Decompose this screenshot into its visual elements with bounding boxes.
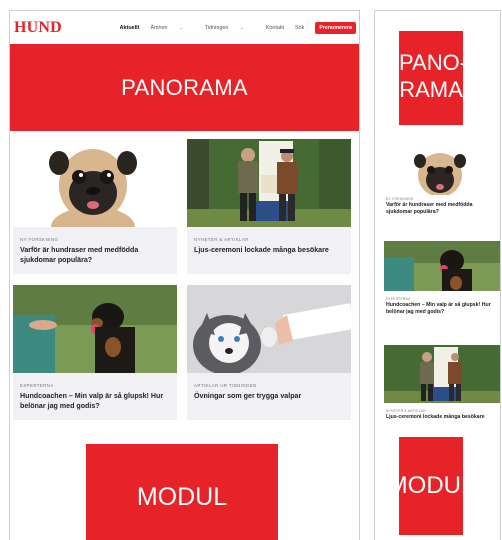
- mobile-panorama-ad-slot: PANO- RAMA: [399, 31, 468, 125]
- article-category: NYHETER & ARTIKLAR: [194, 237, 249, 242]
- card-meta: NY FORSKNING Varför är hundraser med med…: [384, 195, 500, 216]
- article-category: ARTIKLAR UR TIDNINGEN: [194, 383, 257, 388]
- article-card[interactable]: ARTIKLAR UR TIDNINGEN Övningar som ger t…: [187, 285, 351, 420]
- nav-item-amnen-label: Ämnen: [150, 24, 168, 31]
- nav-item-tidningen[interactable]: Tidningen ⌄: [205, 25, 255, 31]
- card-meta: NYHETER & ARTIKLAR Ljus-ceremoni lockade…: [384, 403, 500, 421]
- panorama-ad-slot: PANORAMA: [10, 44, 359, 131]
- card-meta: NY FORSKNING Varför är hundraser med med…: [13, 227, 177, 265]
- article-category: EXPERTERNA: [386, 297, 411, 301]
- mobile-article-card[interactable]: EXPERTERNA Hundcoachen – Min valp är så …: [384, 241, 500, 316]
- desktop-preview: HUND Aktuellt Ämnen ⌄ Tidningen ⌄ Kontakt …: [9, 10, 360, 540]
- mobile-panorama-line-1: PANO-: [399, 50, 468, 75]
- modul-ad-slot: MODUL: [86, 444, 278, 540]
- top-navigation: HUND Aktuellt Ämnen ⌄ Tidningen ⌄ Kontakt …: [10, 11, 359, 44]
- article-category: NYHETER & ARTIKLAR: [386, 409, 426, 413]
- article-title[interactable]: Ljus-ceremoni lockade många besökare: [194, 246, 344, 256]
- mobile-article-card[interactable]: NY FORSKNING Varför är hundraser med med…: [384, 145, 500, 216]
- subscribe-button[interactable]: Prenumerera: [315, 21, 356, 34]
- nav-item-aktuellt[interactable]: Aktuellt: [120, 25, 140, 31]
- article-title[interactable]: Varför är hundraser med medfödda sjukdom…: [20, 246, 170, 265]
- article-category: NY FORSKNING: [20, 237, 59, 242]
- mobile-panorama-line-2: RAMA: [399, 77, 463, 102]
- article-title[interactable]: Övningar som ger trygga valpar: [194, 392, 344, 402]
- main-menu: Aktuellt Ämnen ⌄ Tidningen ⌄ Kontakt Sök: [120, 25, 316, 31]
- pug-photo: [13, 139, 177, 227]
- nav-item-tidningen-label: Tidningen: [204, 24, 229, 31]
- nav-item-sok[interactable]: Sök: [295, 25, 304, 31]
- card-meta: ARTIKLAR UR TIDNINGEN Övningar som ger t…: [187, 373, 351, 402]
- article-card[interactable]: NYHETER & ARTIKLAR Ljus-ceremoni lockade…: [187, 139, 351, 274]
- article-title[interactable]: Ljus-ceremoni lockade många besökare: [386, 414, 498, 421]
- site-logo[interactable]: HUND: [14, 19, 106, 37]
- nav-item-amnen[interactable]: Ämnen ⌄: [150, 25, 193, 31]
- pug-photo: [384, 145, 500, 195]
- mobile-modul-ad-slot: MODUL: [388, 437, 474, 535]
- mobile-preview: PANO- RAMA NY FORSKNING Varför är hundra…: [374, 10, 501, 540]
- husky-high-five-photo: [187, 285, 351, 373]
- mobile-article-card[interactable]: NYHETER & ARTIKLAR Ljus-ceremoni lockade…: [384, 345, 500, 421]
- article-grid: NY FORSKNING Varför är hundraser med med…: [10, 131, 359, 451]
- rottweiler-photo: [13, 285, 177, 373]
- article-title[interactable]: Hundcoachen – Min valp är så glupsk! Hur…: [386, 302, 498, 315]
- article-title[interactable]: Varför är hundraser med medfödda sjukdom…: [386, 202, 498, 215]
- article-category: NY FORSKNING: [386, 197, 414, 201]
- chevron-down-icon: ⌄: [240, 24, 244, 30]
- two-men-forest-photo: [384, 345, 500, 403]
- article-card[interactable]: EXPERTERNA Hundcoachen – Min valp är så …: [13, 285, 177, 420]
- article-card[interactable]: NY FORSKNING Varför är hundraser med med…: [13, 139, 177, 274]
- card-meta: NYHETER & ARTIKLAR Ljus-ceremoni lockade…: [187, 227, 351, 256]
- chevron-down-icon: ⌄: [179, 24, 183, 30]
- article-category: EXPERTERNA: [20, 383, 54, 388]
- nav-item-kontakt[interactable]: Kontakt: [266, 25, 284, 31]
- two-men-forest-photo: [187, 139, 351, 227]
- card-meta: EXPERTERNA Hundcoachen – Min valp är så …: [384, 291, 500, 316]
- article-title[interactable]: Hundcoachen – Min valp är så glupsk! Hur…: [20, 392, 170, 411]
- card-meta: EXPERTERNA Hundcoachen – Min valp är så …: [13, 373, 177, 411]
- rottweiler-photo: [384, 241, 500, 291]
